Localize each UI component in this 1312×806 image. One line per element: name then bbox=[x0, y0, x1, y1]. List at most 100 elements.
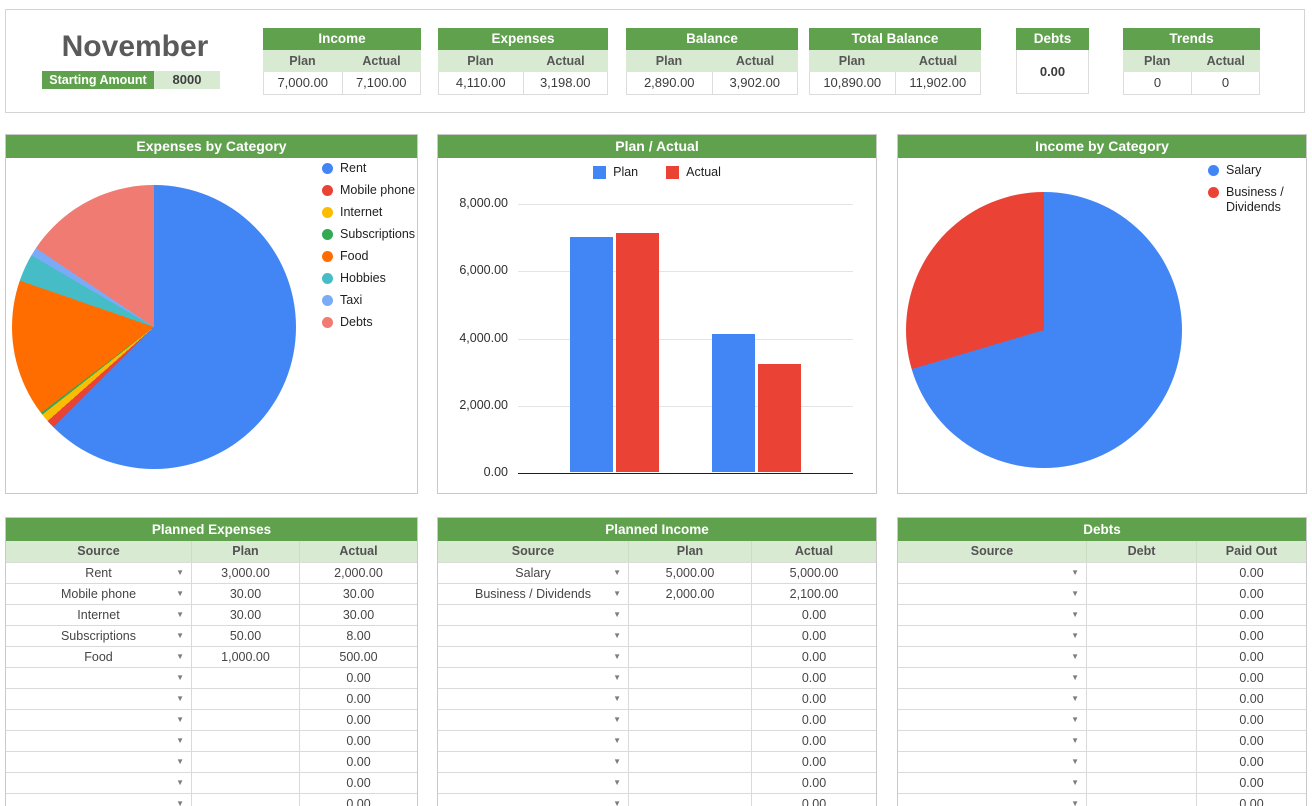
source-cell[interactable]: ▼ bbox=[898, 584, 1086, 604]
actual-cell[interactable]: 0.00 bbox=[751, 731, 876, 751]
dropdown-arrow-icon[interactable]: ▼ bbox=[613, 716, 621, 724]
source-cell[interactable]: ▼ bbox=[898, 605, 1086, 625]
paid-out-cell[interactable]: 0.00 bbox=[1196, 563, 1306, 583]
source-cell[interactable]: Rent ▼ bbox=[6, 563, 191, 583]
bar-plan-income[interactable] bbox=[570, 237, 613, 472]
total-balance-actual-value[interactable]: 11,902.00 bbox=[895, 72, 981, 94]
actual-cell[interactable]: 500.00 bbox=[299, 647, 417, 667]
debt-cell[interactable] bbox=[1086, 647, 1196, 667]
dropdown-arrow-icon[interactable]: ▼ bbox=[613, 569, 621, 577]
paid-out-cell[interactable]: 0.00 bbox=[1196, 626, 1306, 646]
source-cell[interactable]: Mobile phone ▼ bbox=[6, 584, 191, 604]
dropdown-arrow-icon[interactable]: ▼ bbox=[613, 779, 621, 787]
source-cell[interactable]: ▼ bbox=[438, 710, 628, 730]
source-cell[interactable]: ▼ bbox=[438, 773, 628, 793]
actual-cell[interactable]: 0.00 bbox=[299, 710, 417, 730]
debt-cell[interactable] bbox=[1086, 794, 1196, 806]
dropdown-arrow-icon[interactable]: ▼ bbox=[1071, 632, 1079, 640]
actual-cell[interactable]: 0.00 bbox=[299, 752, 417, 772]
actual-cell[interactable]: 0.00 bbox=[299, 794, 417, 806]
source-cell[interactable]: ▼ bbox=[898, 794, 1086, 806]
source-cell[interactable]: ▼ bbox=[438, 668, 628, 688]
debt-cell[interactable] bbox=[1086, 752, 1196, 772]
dropdown-arrow-icon[interactable]: ▼ bbox=[613, 590, 621, 598]
dropdown-arrow-icon[interactable]: ▼ bbox=[176, 590, 184, 598]
actual-cell[interactable]: 0.00 bbox=[751, 626, 876, 646]
dropdown-arrow-icon[interactable]: ▼ bbox=[1071, 611, 1079, 619]
source-cell[interactable]: ▼ bbox=[898, 563, 1086, 583]
source-cell[interactable]: ▼ bbox=[898, 752, 1086, 772]
dropdown-arrow-icon[interactable]: ▼ bbox=[1071, 737, 1079, 745]
dropdown-arrow-icon[interactable]: ▼ bbox=[1071, 674, 1079, 682]
plan-cell[interactable]: 2,000.00 bbox=[628, 584, 751, 604]
actual-cell[interactable]: 2,000.00 bbox=[299, 563, 417, 583]
dropdown-arrow-icon[interactable]: ▼ bbox=[1071, 779, 1079, 787]
plan-cell[interactable] bbox=[628, 668, 751, 688]
plan-cell[interactable]: 50.00 bbox=[191, 626, 299, 646]
actual-cell[interactable]: 0.00 bbox=[751, 752, 876, 772]
source-cell[interactable]: ▼ bbox=[6, 731, 191, 751]
plan-cell[interactable]: 30.00 bbox=[191, 584, 299, 604]
actual-cell[interactable]: 5,000.00 bbox=[751, 563, 876, 583]
dropdown-arrow-icon[interactable]: ▼ bbox=[176, 569, 184, 577]
income-actual-value[interactable]: 7,100.00 bbox=[342, 72, 421, 94]
plan-cell[interactable] bbox=[628, 689, 751, 709]
plan-cell[interactable] bbox=[628, 647, 751, 667]
source-cell[interactable]: Salary ▼ bbox=[438, 563, 628, 583]
balance-plan-value[interactable]: 2,890.00 bbox=[627, 72, 712, 94]
dropdown-arrow-icon[interactable]: ▼ bbox=[1071, 695, 1079, 703]
source-cell[interactable]: ▼ bbox=[898, 710, 1086, 730]
source-cell[interactable]: Food ▼ bbox=[6, 647, 191, 667]
plan-cell[interactable] bbox=[191, 710, 299, 730]
plan-cell[interactable] bbox=[191, 773, 299, 793]
actual-cell[interactable]: 0.00 bbox=[751, 647, 876, 667]
source-cell[interactable]: ▼ bbox=[6, 668, 191, 688]
actual-cell[interactable]: 0.00 bbox=[299, 731, 417, 751]
trends-actual-value[interactable]: 0 bbox=[1191, 72, 1259, 94]
paid-out-cell[interactable]: 0.00 bbox=[1196, 731, 1306, 751]
source-cell[interactable]: ▼ bbox=[898, 773, 1086, 793]
actual-cell[interactable]: 0.00 bbox=[751, 605, 876, 625]
plan-cell[interactable] bbox=[191, 794, 299, 806]
trends-plan-value[interactable]: 0 bbox=[1124, 72, 1191, 94]
debts-total-value[interactable]: 0.00 bbox=[1016, 50, 1089, 94]
source-cell[interactable]: ▼ bbox=[438, 752, 628, 772]
source-cell[interactable]: ▼ bbox=[898, 689, 1086, 709]
dropdown-arrow-icon[interactable]: ▼ bbox=[176, 758, 184, 766]
dropdown-arrow-icon[interactable]: ▼ bbox=[176, 737, 184, 745]
dropdown-arrow-icon[interactable]: ▼ bbox=[613, 737, 621, 745]
paid-out-cell[interactable]: 0.00 bbox=[1196, 668, 1306, 688]
dropdown-arrow-icon[interactable]: ▼ bbox=[176, 632, 184, 640]
paid-out-cell[interactable]: 0.00 bbox=[1196, 710, 1306, 730]
bar-actual-expenses[interactable] bbox=[758, 364, 801, 472]
source-cell[interactable]: Internet ▼ bbox=[6, 605, 191, 625]
bar-plot-area[interactable]: IncomeExpenses bbox=[518, 204, 853, 473]
plan-cell[interactable] bbox=[628, 710, 751, 730]
plan-cell[interactable] bbox=[628, 731, 751, 751]
source-cell[interactable]: Business / Dividends ▼ bbox=[438, 584, 628, 604]
debt-cell[interactable] bbox=[1086, 773, 1196, 793]
total-balance-plan-value[interactable]: 10,890.00 bbox=[810, 72, 895, 94]
actual-cell[interactable]: 8.00 bbox=[299, 626, 417, 646]
bar-plan-expenses[interactable] bbox=[712, 334, 755, 472]
actual-cell[interactable]: 0.00 bbox=[751, 773, 876, 793]
source-cell[interactable]: ▼ bbox=[438, 626, 628, 646]
plan-cell[interactable] bbox=[191, 668, 299, 688]
plan-cell[interactable]: 3,000.00 bbox=[191, 563, 299, 583]
actual-cell[interactable]: 0.00 bbox=[299, 668, 417, 688]
source-cell[interactable]: ▼ bbox=[6, 710, 191, 730]
plan-cell[interactable] bbox=[628, 773, 751, 793]
paid-out-cell[interactable]: 0.00 bbox=[1196, 605, 1306, 625]
dropdown-arrow-icon[interactable]: ▼ bbox=[176, 716, 184, 724]
actual-cell[interactable]: 2,100.00 bbox=[751, 584, 876, 604]
source-cell[interactable]: ▼ bbox=[438, 794, 628, 806]
dropdown-arrow-icon[interactable]: ▼ bbox=[1071, 569, 1079, 577]
source-cell[interactable]: ▼ bbox=[438, 731, 628, 751]
plan-cell[interactable] bbox=[191, 689, 299, 709]
source-cell[interactable]: Subscriptions ▼ bbox=[6, 626, 191, 646]
source-cell[interactable]: ▼ bbox=[898, 647, 1086, 667]
plan-cell[interactable]: 5,000.00 bbox=[628, 563, 751, 583]
source-cell[interactable]: ▼ bbox=[898, 731, 1086, 751]
actual-cell[interactable]: 0.00 bbox=[299, 773, 417, 793]
debt-cell[interactable] bbox=[1086, 626, 1196, 646]
